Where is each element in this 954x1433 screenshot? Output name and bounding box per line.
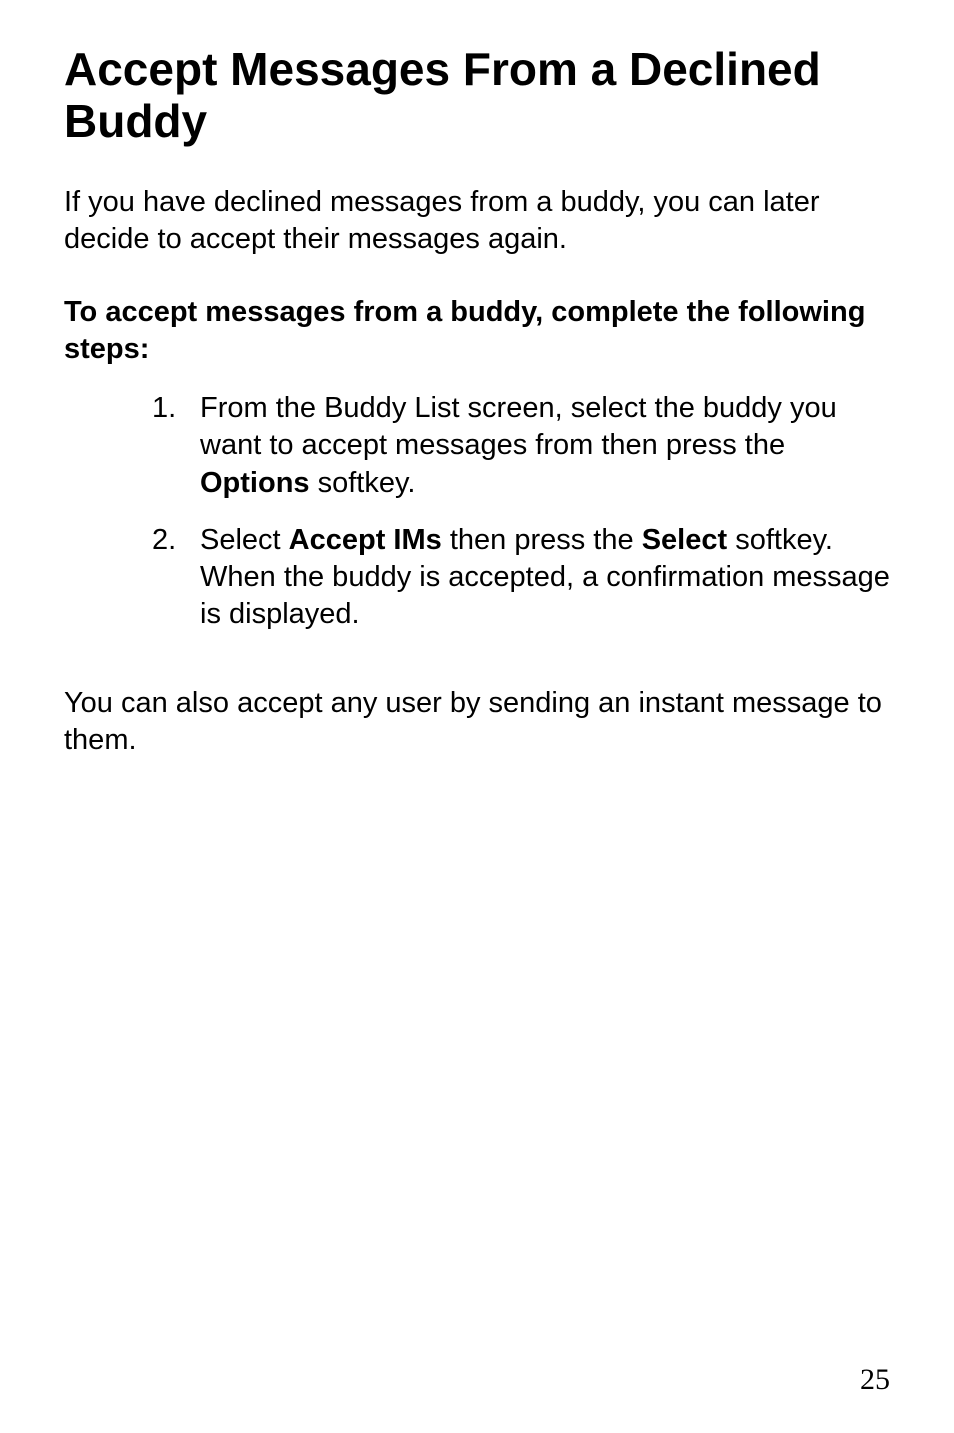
step-item: From the Buddy List screen, select the b… <box>152 390 890 501</box>
step-text: From the Buddy List screen, select the b… <box>200 392 837 461</box>
step-bold: Options <box>200 467 310 499</box>
steps-heading: To accept messages from a buddy, complet… <box>64 294 890 368</box>
step-bold: Accept IMs <box>289 524 442 556</box>
outro-paragraph: You can also accept any user by sending … <box>64 685 890 759</box>
document-page: Accept Messages From a Declined Buddy If… <box>0 0 954 1433</box>
step-item: Select Accept IMs then press the Select … <box>152 522 890 633</box>
intro-paragraph: If you have declined messages from a bud… <box>64 184 890 258</box>
step-bold: Select <box>642 524 727 556</box>
step-text: Select <box>200 524 289 556</box>
page-title: Accept Messages From a Declined Buddy <box>64 44 890 148</box>
step-text: then press the <box>442 524 642 556</box>
step-text: softkey. <box>310 467 416 499</box>
steps-list: From the Buddy List screen, select the b… <box>64 390 890 653</box>
page-number: 25 <box>860 1363 890 1397</box>
